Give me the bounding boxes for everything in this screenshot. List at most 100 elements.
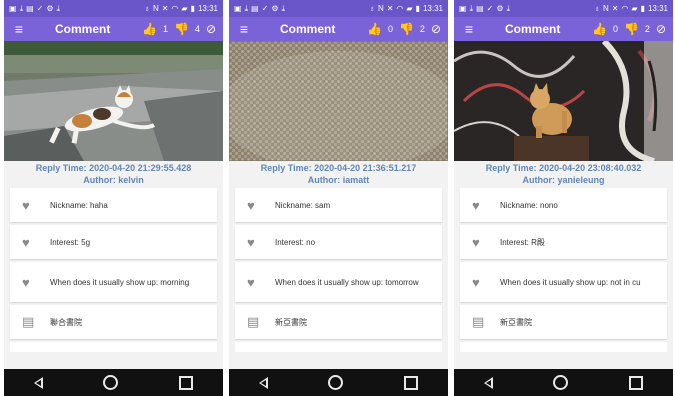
image-notification-icon: ▣ — [459, 3, 467, 13]
download-icon: ⤓ — [56, 3, 61, 13]
list-item — [235, 342, 442, 352]
heart-icon: ♥ — [22, 274, 30, 290]
recent-apps-icon[interactable] — [403, 375, 418, 390]
reply-time: Reply Time: 2020-04-20 23:08:40.032 — [485, 163, 642, 173]
nickname-card: ♥ Nickname: sam — [235, 188, 442, 222]
menu-icon[interactable]: ≡ — [236, 22, 252, 36]
back-icon[interactable] — [484, 376, 494, 389]
dislike-count: 2 — [644, 24, 650, 34]
comment-photo — [4, 41, 223, 161]
when-card: ♥ When does it usually show up: morning — [10, 262, 217, 302]
download-icon: ⤓ — [244, 3, 249, 13]
interest-card: ♥ Interest: 5g — [10, 225, 217, 259]
recent-apps-icon[interactable] — [628, 375, 643, 390]
phone-screen-1: ▣ ⤓ ▤ ✓ ⚙ ⤓ ♁ N ✕ ◠ ▰ ▮ 13:31 ≡ Comment … — [4, 0, 223, 396]
interest-text: Interest: R殿 — [500, 237, 545, 247]
signal-icon: ▰ — [406, 3, 413, 13]
heart-icon: ♥ — [472, 197, 480, 213]
thumb-up-icon[interactable]: 👍 — [367, 23, 382, 35]
building-icon: ▤ — [472, 314, 485, 329]
thumb-down-icon[interactable]: 👎 — [174, 23, 189, 35]
battery-icon: ▮ — [640, 3, 645, 13]
mute-icon: ✕ — [161, 3, 169, 13]
location-icon: ♁ — [368, 3, 375, 13]
back-icon[interactable] — [259, 376, 269, 389]
reply-time: Reply Time: 2020-04-20 21:29:55.428 — [35, 163, 192, 173]
status-bar: ▣ ⤓ ▤ ✓ ⚙ ⤓ ♁ N ✕ ◠ ▰ ▮ 13:31 — [4, 0, 223, 17]
signal-icon: ▰ — [181, 3, 188, 13]
place-card: ▤ 聯合書院 — [10, 305, 217, 339]
interest-card: ♥ Interest: R殿 — [460, 225, 667, 259]
comment-photo — [229, 41, 448, 161]
wifi-icon: ◠ — [621, 3, 629, 13]
reply-time: Reply Time: 2020-04-20 21:36:51.217 — [260, 163, 417, 173]
interest-text: Interest: 5g — [50, 237, 91, 247]
home-icon[interactable] — [553, 375, 569, 390]
status-bar: ▣ ⤓ ▤ ✓ ⚙ ⤓ ♁ N ✕ ◠ ▰ ▮ 13:31 — [454, 0, 673, 17]
gallery-icon: ▤ — [26, 3, 34, 13]
wifi-icon: ◠ — [396, 3, 404, 13]
author: Author: yanieleung — [522, 175, 605, 185]
nickname-text: Nickname: sam — [275, 200, 331, 210]
settings-icon: ⚙ — [271, 3, 279, 13]
block-icon[interactable]: ⊘ — [431, 23, 441, 35]
download-icon: ⤓ — [469, 3, 474, 13]
place-card: ▤ 新亞書院 — [235, 305, 442, 339]
download-icon: ⤓ — [281, 3, 286, 13]
battery-icon: ▮ — [190, 3, 195, 13]
heart-icon: ♥ — [247, 234, 255, 250]
comment-photo — [454, 41, 673, 161]
check-icon: ✓ — [261, 3, 269, 13]
app-bar: ≡ Comment 👍 0 👎 2 ⊘ — [454, 17, 673, 41]
heart-icon: ♥ — [22, 197, 30, 213]
author: Author: kelvin — [83, 175, 144, 185]
thumb-down-icon[interactable]: 👎 — [624, 23, 639, 35]
menu-icon[interactable]: ≡ — [11, 22, 27, 36]
nickname-text: Nickname: haha — [50, 200, 108, 210]
like-count: 0 — [387, 24, 393, 34]
list-item — [460, 342, 667, 352]
page-title: Comment — [505, 22, 561, 36]
settings-icon: ⚙ — [496, 3, 504, 13]
download-icon: ⤓ — [19, 3, 24, 13]
when-card: ♥ When does it usually show up: tomorrow — [235, 262, 442, 302]
nickname-card: ♥ Nickname: nono — [460, 188, 667, 222]
thumb-down-icon[interactable]: 👎 — [399, 23, 414, 35]
status-time: 13:31 — [647, 4, 668, 13]
block-icon[interactable]: ⊘ — [206, 23, 216, 35]
back-icon[interactable] — [34, 376, 44, 389]
home-icon[interactable] — [328, 375, 344, 390]
heart-icon: ♥ — [247, 197, 255, 213]
nav-bar — [4, 369, 223, 396]
author: Author: iamatt — [307, 175, 370, 185]
status-bar: ▣ ⤓ ▤ ✓ ⚙ ⤓ ♁ N ✕ ◠ ▰ ▮ 13:31 — [229, 0, 448, 17]
dislike-count: 2 — [419, 24, 425, 34]
image-notification-icon: ▣ — [9, 3, 17, 13]
check-icon: ✓ — [486, 3, 494, 13]
status-time: 13:31 — [422, 4, 443, 13]
nickname-text: Nickname: nono — [500, 200, 558, 210]
when-text: When does it usually show up: tomorrow — [275, 277, 419, 287]
battery-icon: ▮ — [415, 3, 420, 13]
menu-icon[interactable]: ≡ — [461, 22, 477, 36]
home-icon[interactable] — [103, 375, 119, 390]
nfc-icon: N — [602, 3, 609, 13]
thumb-up-icon[interactable]: 👍 — [592, 23, 607, 35]
like-count: 1 — [162, 24, 168, 34]
heart-icon: ♥ — [472, 274, 480, 290]
dislike-count: 4 — [194, 24, 200, 34]
location-icon: ♁ — [593, 3, 600, 13]
thumb-up-icon[interactable]: 👍 — [142, 23, 157, 35]
like-count: 0 — [612, 24, 618, 34]
app-bar: ≡ Comment 👍 0 👎 2 ⊘ — [229, 17, 448, 41]
status-time: 13:31 — [197, 4, 218, 13]
place-card: ▤ 新亞書院 — [460, 305, 667, 339]
block-icon[interactable]: ⊘ — [656, 23, 666, 35]
nav-bar — [229, 369, 448, 396]
mute-icon: ✕ — [611, 3, 619, 13]
when-card: ♥ When does it usually show up: not in c… — [460, 262, 667, 302]
download-icon: ⤓ — [506, 3, 511, 13]
page-title: Comment — [55, 22, 111, 36]
location-icon: ♁ — [143, 3, 150, 13]
recent-apps-icon[interactable] — [178, 375, 193, 390]
